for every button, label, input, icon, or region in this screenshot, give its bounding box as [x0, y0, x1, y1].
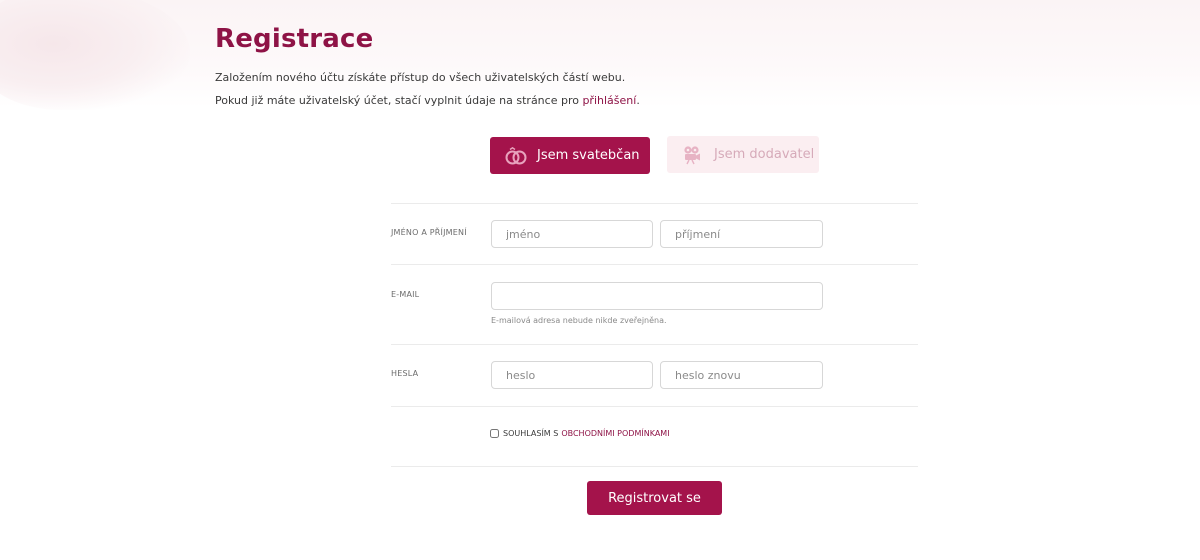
role-vendor-label: Jsem dodavatel: [714, 147, 815, 162]
password-label: HESLA: [391, 369, 419, 378]
email-label: E-MAIL: [391, 290, 420, 299]
page-title: Registrace: [215, 24, 374, 54]
terms-checkbox[interactable]: [490, 429, 499, 438]
login-hint-text: Pokud již máte uživatelský účet, stačí v…: [215, 94, 640, 107]
role-couple-label: Jsem svatebčan: [537, 148, 640, 163]
last-name-input[interactable]: [660, 220, 823, 248]
terms-text: SOUHLASÍM S: [503, 429, 559, 438]
email-input[interactable]: [491, 282, 823, 310]
divider: [391, 264, 918, 265]
terms-agreement: SOUHLASÍM S OBCHODNÍMI PODMÍNKAMI: [490, 429, 670, 438]
video-camera-icon: [681, 145, 705, 165]
intro-text: Založením nového účtu získáte přístup do…: [215, 71, 626, 84]
role-couple-button[interactable]: Jsem svatebčan: [490, 137, 650, 174]
divider: [391, 406, 918, 407]
register-button[interactable]: Registrovat se: [587, 481, 722, 515]
password-input[interactable]: [491, 361, 653, 389]
login-link[interactable]: přihlášení: [582, 94, 636, 107]
wedding-rings-icon: [504, 146, 528, 166]
divider: [391, 466, 918, 467]
terms-link[interactable]: OBCHODNÍMI PODMÍNKAMI: [561, 429, 669, 438]
divider: [391, 344, 918, 345]
first-name-input[interactable]: [491, 220, 653, 248]
login-hint-prefix: Pokud již máte uživatelský účet, stačí v…: [215, 94, 583, 107]
divider: [391, 203, 918, 204]
name-label: JMÉNO A PŘÍJMENÍ: [391, 228, 467, 237]
login-hint-suffix: .: [636, 94, 640, 107]
role-vendor-button[interactable]: Jsem dodavatel: [667, 136, 819, 173]
email-hint: E-mailová adresa nebude nikde zveřejněna…: [491, 316, 667, 325]
password-repeat-input[interactable]: [660, 361, 823, 389]
